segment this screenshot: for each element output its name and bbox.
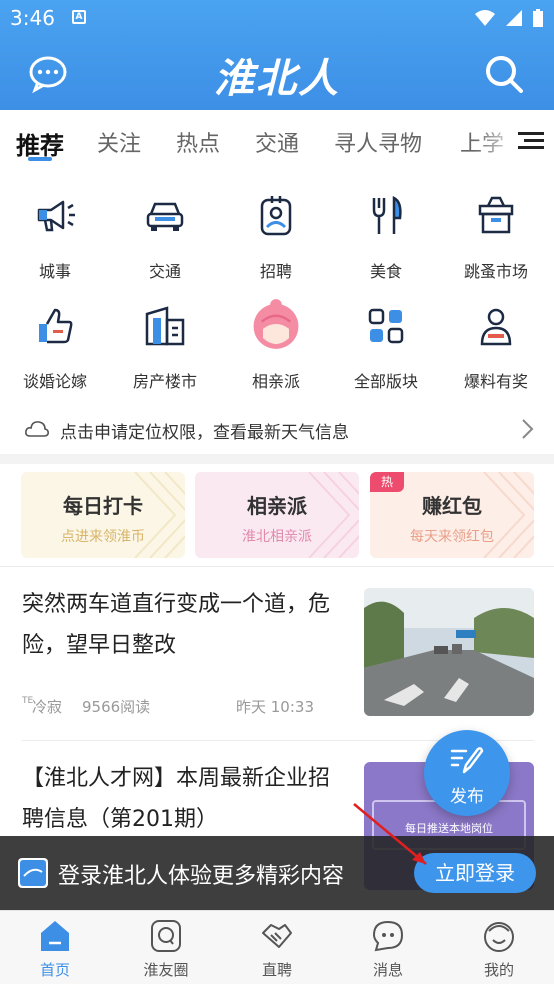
app-logo-small [18,858,48,888]
grid-item-flea-market[interactable]: 跳蚤市场 [441,194,551,294]
thumbs-up-icon [39,308,73,344]
weather-text: 点击申请定位权限，查看最新天气信息 [60,423,349,443]
nav-label: 我的 [483,961,514,979]
active-tab-indicator [28,157,52,161]
weather-prompt[interactable]: 点击申请定位权限，查看最新天气信息 [0,406,554,452]
status-icons [474,8,544,28]
nav-profile[interactable]: 我的 [444,919,554,984]
grid-item-marriage[interactable]: 谈婚论嫁 [0,304,110,404]
nav-circle[interactable]: 淮友圈 [111,919,221,984]
notification-icon: A [72,10,86,24]
card-red-packet[interactable]: 热 赚红包 每天来领红包 [370,472,534,558]
tab-traffic[interactable]: 交通 [255,126,299,158]
circle-chat-icon [151,920,181,952]
nav-home[interactable]: 首页 [0,919,110,984]
grid-item-label: 房产楼市 [132,372,197,391]
card-title: 相亲派 [247,494,307,518]
nav-jobs[interactable]: 直聘 [222,919,332,984]
tab-follow[interactable]: 关注 [97,126,141,158]
grid-item-label: 相亲派 [251,372,300,391]
box-icon [478,196,514,234]
nav-messages[interactable]: 消息 [333,919,443,984]
logo-mark [20,860,46,886]
grid-item-traffic[interactable]: 交通 [110,194,220,294]
section-divider [0,454,554,464]
grid-item-label: 爆料有奖 [463,372,528,391]
tab-hot[interactable]: 热点 [176,126,220,158]
grid-item-label: 城事 [38,262,71,281]
profile-face-icon [484,922,514,952]
category-tabs: 推荐 关注 热点 交通 寻人寻物 上学 [0,112,554,170]
nav-label: 消息 [372,961,403,979]
car-icon [146,202,184,231]
pen-icon [450,747,484,774]
girl-avatar-icon [253,299,299,349]
grid-item-dating[interactable]: 相亲派 [221,299,331,404]
id-badge-icon [260,196,292,236]
grid-item-label: 跳蚤市场 [463,262,528,281]
bottom-nav: 首页 淮友圈 直聘 消息 我的 [0,910,554,984]
card-subtitle: 点进来领淮币 [61,529,145,545]
news-author: 冷寂 [32,698,63,716]
grid-icon [368,308,404,344]
news-reads: 9566阅读 [82,698,151,716]
grid-item-city[interactable]: 城事 [0,194,110,294]
grid-item-tips-rewards[interactable]: 爆料有奖 [441,304,551,404]
card-subtitle: 淮北相亲派 [242,529,312,545]
nav-label: 首页 [39,961,70,979]
card-title: 赚红包 [422,494,482,518]
grid-item-label: 谈婚论嫁 [22,372,87,391]
handshake-icon [262,924,292,948]
menu-icon[interactable] [518,130,544,150]
card-dating[interactable]: 相亲派 淮北相亲派 [195,472,359,558]
grid-item-all-sections[interactable]: 全部版块 [331,304,441,404]
megaphone-icon [37,200,75,232]
login-prompt-text: 登录淮北人体验更多精彩内容 [58,864,345,889]
fork-knife-icon [372,195,402,234]
status-bar: 3:46 A [0,0,554,38]
chevron-right-icon [522,419,534,439]
news-title: 突然两车道直行变成一个道，危险，望早日整改 [22,592,331,658]
home-icon [41,921,69,951]
grid-item-label: 全部版块 [353,372,418,391]
tab-recommend[interactable]: 推荐 [16,126,64,161]
login-banner: 登录淮北人体验更多精彩内容 立即登录 [0,836,554,910]
hot-badge: 热 [370,472,404,492]
battery-icon [533,9,543,27]
message-icon [372,920,404,952]
nav-label: 直聘 [261,961,292,979]
grid-item-label: 美食 [369,262,402,281]
user-gift-icon [480,308,512,346]
card-subtitle: 每天来领红包 [410,529,494,545]
status-time: 3:46 [10,6,55,30]
news-time: 昨天 10:33 [236,698,314,716]
news-title: 【淮北人才网】本周最新企业招聘信息（第201期） [22,766,331,832]
red-arrow-annotation [353,803,427,865]
news-thumbnail [364,588,534,716]
signal-icon [506,10,522,26]
tab-lost-found[interactable]: 寻人寻物 [334,126,422,158]
building-icon [145,306,185,346]
card-title: 每日打卡 [63,494,143,518]
search-icon[interactable] [484,54,524,94]
grid-item-food[interactable]: 美食 [331,194,441,294]
grid-item-real-estate[interactable]: 房产楼市 [110,304,220,404]
nav-label: 淮友圈 [143,961,189,979]
section-divider [0,566,554,567]
wifi-icon [475,10,495,26]
grid-item-label: 交通 [148,262,181,281]
card-daily-checkin[interactable]: 每日打卡 点进来领淮币 [21,472,185,558]
cloud-icon [25,421,49,437]
grid-item-jobs[interactable]: 招聘 [221,194,331,294]
grid-item-label: 招聘 [259,262,292,281]
app-header: 3:46 A 淮北人 [0,0,554,110]
app-logo: 淮北人 [214,56,340,102]
